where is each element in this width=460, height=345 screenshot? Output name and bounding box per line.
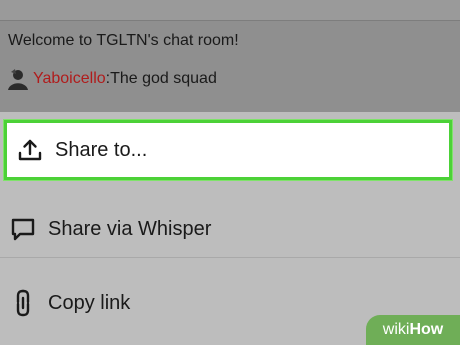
speech-bubble-icon bbox=[8, 214, 38, 244]
chat-message: Yaboicello : The god squad bbox=[6, 66, 217, 92]
watermark-wiki: wiki bbox=[382, 321, 410, 338]
share-to-button[interactable]: Share to... bbox=[4, 120, 452, 180]
share-via-whisper-button[interactable]: Share via Whisper bbox=[0, 198, 460, 260]
chat-room: Welcome to TGLTN's chat room! Yaboicello… bbox=[0, 0, 460, 112]
link-icon bbox=[8, 288, 38, 318]
chat-username[interactable]: Yaboicello bbox=[33, 70, 106, 88]
chat-top-bar bbox=[0, 0, 460, 21]
upload-icon bbox=[15, 135, 45, 165]
user-avatar bbox=[6, 68, 30, 90]
chat-message-text: The god squad bbox=[110, 70, 217, 87]
share-via-whisper-label: Share via Whisper bbox=[48, 217, 212, 240]
copy-link-label: Copy link bbox=[48, 291, 131, 314]
watermark-how: How bbox=[409, 321, 444, 338]
wikihow-watermark: wiki How bbox=[366, 315, 460, 345]
share-to-label: Share to... bbox=[55, 138, 148, 161]
chat-welcome-message: Welcome to TGLTN's chat room! bbox=[8, 32, 239, 49]
